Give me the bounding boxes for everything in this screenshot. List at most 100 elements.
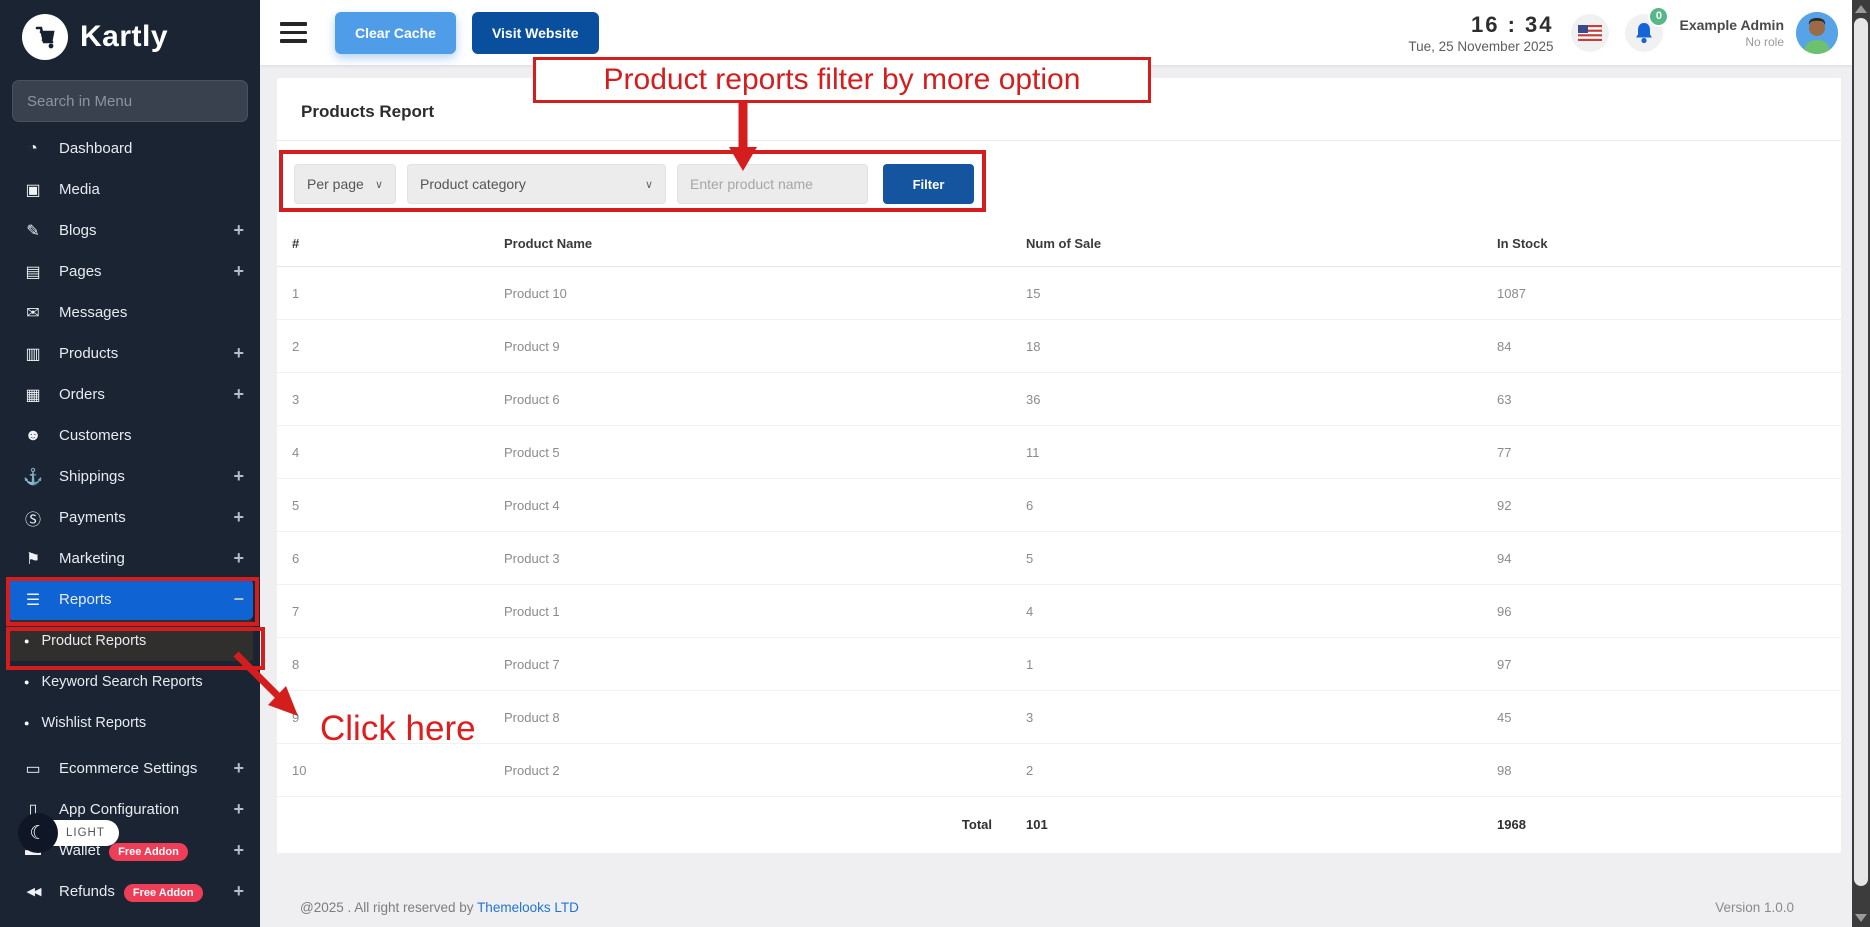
- sidebar-subitem-keyword-search-reports[interactable]: ● Keyword Search Reports: [0, 661, 260, 702]
- sidebar-item-label: Payments: [59, 509, 233, 526]
- cell-index: 10: [277, 763, 504, 778]
- cell-sales: 15: [1026, 286, 1497, 301]
- cell-product: Product 4: [504, 498, 1026, 513]
- copyright-label: @2025 . All right reserved by: [300, 900, 477, 915]
- expand-plus-icon[interactable]: +: [233, 466, 244, 487]
- table-row[interactable]: 3Product 63663: [277, 373, 1841, 426]
- table-row[interactable]: 6Product 3594: [277, 532, 1841, 585]
- table-row[interactable]: 7Product 1496: [277, 585, 1841, 638]
- table-row[interactable]: 5Product 4692: [277, 479, 1841, 532]
- cell-product: Product 5: [504, 445, 1026, 460]
- language-flag-button[interactable]: [1571, 14, 1609, 52]
- sidebar-item-label: App Configuration: [59, 801, 233, 818]
- expand-plus-icon[interactable]: +: [233, 840, 244, 861]
- hamburger-menu-icon[interactable]: [280, 22, 307, 43]
- date-display: Tue, 25 November 2025: [1408, 39, 1553, 54]
- expand-plus-icon[interactable]: +: [233, 799, 244, 820]
- sidebar-item-ecommerce-settings[interactable]: ▭ Ecommerce Settings +: [0, 748, 260, 789]
- subitem-label: Keyword Search Reports: [41, 674, 202, 690]
- sidebar-item-label: Customers: [59, 427, 244, 444]
- sidebar-item-marketing[interactable]: ⚑ Marketing +: [0, 538, 260, 579]
- sidebar-item-label: RefundsFree Addon: [59, 883, 233, 900]
- pages-icon: ▤: [20, 262, 46, 282]
- visit-website-button[interactable]: Visit Website: [472, 12, 599, 54]
- sidebar-item-payments[interactable]: Ⓢ Payments +: [0, 497, 260, 538]
- logo[interactable]: Kartly: [0, 0, 260, 70]
- expand-plus-icon[interactable]: +: [233, 384, 244, 405]
- bullet-icon: ●: [24, 718, 29, 728]
- filter-row: Per page ∨ Product category ∨ Filter: [277, 141, 1841, 221]
- filter-button[interactable]: Filter: [883, 164, 974, 204]
- collapse-minus-icon[interactable]: −: [233, 589, 244, 610]
- scroll-up-arrow-icon[interactable]: [1855, 5, 1867, 13]
- page-scrollbar[interactable]: [1852, 0, 1870, 927]
- themelooks-link[interactable]: Themelooks LTD: [477, 900, 579, 915]
- sidebar-item-pages[interactable]: ▤ Pages +: [0, 251, 260, 292]
- payments-icon: Ⓢ: [20, 506, 46, 530]
- table-row[interactable]: 2Product 91884: [277, 320, 1841, 373]
- table-row[interactable]: 1Product 10151087: [277, 267, 1841, 320]
- sidebar-item-messages[interactable]: ✉ Messages: [0, 292, 260, 333]
- user-info[interactable]: Example Admin No role: [1679, 17, 1784, 49]
- cell-product: Product 10: [504, 286, 1026, 301]
- cell-stock: 92: [1497, 498, 1841, 513]
- messages-icon: ✉: [20, 303, 46, 323]
- sidebar-item-shippings[interactable]: ⚓ Shippings +: [0, 456, 260, 497]
- expand-plus-icon[interactable]: +: [233, 548, 244, 569]
- avatar[interactable]: [1796, 12, 1838, 54]
- category-value: Product category: [420, 176, 526, 192]
- refunds-icon: ◀◀: [20, 885, 46, 898]
- bullet-icon: ●: [24, 636, 29, 646]
- sidebar-item-label: Marketing: [59, 550, 233, 567]
- expand-plus-icon[interactable]: +: [233, 881, 244, 902]
- cell-stock: 1087: [1497, 286, 1841, 301]
- sidebar-item-reports[interactable]: ☰ Reports −: [7, 579, 253, 620]
- table-row[interactable]: 8Product 7197: [277, 638, 1841, 691]
- moon-icon[interactable]: ☾: [18, 813, 58, 853]
- cell-product: Product 3: [504, 551, 1026, 566]
- total-stock: 1968: [1497, 817, 1841, 832]
- shippings-icon: ⚓: [20, 467, 46, 487]
- per-page-select[interactable]: Per page ∨: [294, 164, 396, 204]
- scroll-down-arrow-icon[interactable]: [1855, 914, 1867, 922]
- sidebar-item-customers[interactable]: ☻ Customers: [0, 415, 260, 456]
- table-row[interactable]: 9Product 8345: [277, 691, 1841, 744]
- sidebar-item-dashboard[interactable]: ◔ Dashboard: [0, 128, 260, 169]
- sidebar-item-blogs[interactable]: ✎ Blogs +: [0, 210, 260, 251]
- topbar: Clear Cache Visit Website 16 : 34 Tue, 2…: [260, 0, 1852, 65]
- products-icon: ▥: [20, 344, 46, 364]
- copyright-text: @2025 . All right reserved by Themelooks…: [300, 900, 579, 915]
- sidebar-item-orders[interactable]: ▦ Orders +: [0, 374, 260, 415]
- products-report-card: Products Report Per page ∨ Product categ…: [277, 78, 1841, 853]
- sidebar-item-media[interactable]: ▣ Media: [0, 169, 260, 210]
- sidebar-subitem-product-reports[interactable]: ● Product Reports: [7, 620, 253, 661]
- product-name-input[interactable]: [677, 164, 868, 204]
- clear-cache-button[interactable]: Clear Cache: [335, 12, 456, 54]
- media-icon: ▣: [20, 180, 46, 200]
- sidebar-item-label: Orders: [59, 386, 233, 403]
- menu-search-input[interactable]: [12, 80, 248, 122]
- sidebar-item-refunds[interactable]: ◀◀ RefundsFree Addon +: [0, 871, 260, 912]
- expand-plus-icon[interactable]: +: [233, 220, 244, 241]
- col-header-index: #: [277, 236, 504, 251]
- ecommerce-settings-icon: ▭: [20, 759, 46, 779]
- expand-plus-icon[interactable]: +: [233, 758, 244, 779]
- expand-plus-icon[interactable]: +: [233, 507, 244, 528]
- scrollbar-thumb[interactable]: [1854, 18, 1868, 886]
- expand-plus-icon[interactable]: +: [233, 343, 244, 364]
- expand-plus-icon[interactable]: +: [233, 261, 244, 282]
- notifications-button[interactable]: 0: [1625, 14, 1663, 52]
- sidebar-subitem-wishlist-reports[interactable]: ● Wishlist Reports: [0, 702, 260, 743]
- product-category-select[interactable]: Product category ∨: [407, 164, 666, 204]
- logo-text: Kartly: [80, 20, 168, 54]
- sidebar-menu: ◔ Dashboard ▣ Media ✎ Blogs + ▤ Pages + …: [0, 128, 260, 912]
- table-row[interactable]: 10Product 2298: [277, 744, 1841, 797]
- cell-sales: 11: [1026, 445, 1497, 460]
- sidebar-item-products[interactable]: ▥ Products +: [0, 333, 260, 374]
- table-row[interactable]: 4Product 51177: [277, 426, 1841, 479]
- orders-cart-icon: ▦: [20, 385, 46, 405]
- free-addon-badge: Free Addon: [124, 884, 203, 902]
- col-header-product-name: Product Name: [504, 236, 1026, 251]
- sidebar-item-label: Shippings: [59, 468, 233, 485]
- free-addon-badge: Free Addon: [109, 843, 188, 861]
